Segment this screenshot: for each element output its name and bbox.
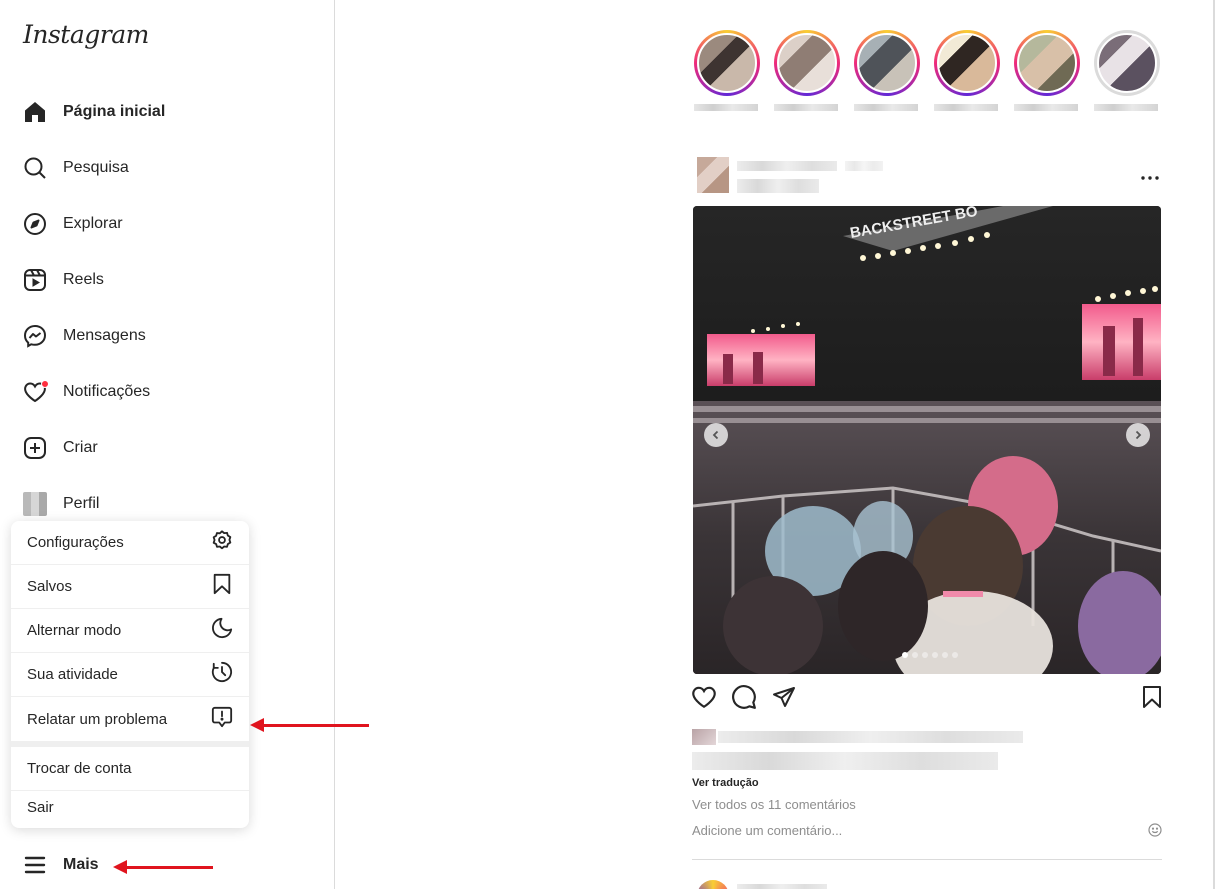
comment-button[interactable] (731, 684, 757, 715)
moon-icon (211, 617, 233, 644)
share-button[interactable] (771, 686, 797, 712)
nav-create[interactable]: Criar (12, 424, 312, 472)
story-item[interactable] (694, 30, 760, 111)
view-all-comments-link[interactable]: Ver todos os 11 comentários (692, 797, 856, 812)
reels-icon (23, 268, 47, 292)
nav-search[interactable]: Pesquisa (12, 144, 312, 192)
nav-more[interactable]: Mais (12, 841, 312, 889)
nav-explore[interactable]: Explorar (12, 200, 312, 248)
hamburger-icon (23, 853, 47, 877)
story-item[interactable] (854, 30, 920, 111)
likes-count (718, 731, 1023, 743)
report-icon (211, 706, 233, 733)
post-author-name[interactable] (737, 161, 837, 171)
menu-your-activity[interactable]: Sua atividade (11, 653, 249, 697)
bookmark-icon (211, 573, 233, 600)
comment-icon (731, 684, 757, 715)
story-username (694, 104, 758, 111)
notification-dot (41, 380, 49, 388)
like-button[interactable] (691, 686, 717, 712)
messenger-icon (23, 324, 47, 348)
nav-create-label: Criar (63, 439, 98, 456)
post-caption (692, 752, 998, 770)
post-author-avatar[interactable] (697, 157, 729, 193)
more-menu: Configurações Salvos Alternar modo Sua a… (11, 521, 249, 828)
story-username (854, 104, 918, 111)
profile-avatar (23, 492, 47, 516)
heart-icon (23, 380, 49, 404)
nav-search-label: Pesquisa (63, 159, 129, 176)
compass-icon (23, 212, 47, 236)
menu-report-problem-label: Relatar um problema (27, 710, 168, 728)
carousel-prev-button[interactable] (704, 423, 728, 447)
story-username (774, 104, 838, 111)
story-item[interactable] (1014, 30, 1080, 111)
story-item[interactable] (1094, 30, 1160, 111)
next-post-author[interactable] (737, 884, 827, 889)
story-username (934, 104, 998, 111)
menu-logout-label: Sair (27, 799, 54, 816)
more-options-icon[interactable] (1140, 165, 1160, 186)
see-translation-link[interactable]: Ver tradução (692, 777, 759, 789)
menu-switch-account-label: Trocar de conta (27, 760, 132, 777)
send-icon (772, 685, 796, 714)
story-username (1014, 104, 1078, 111)
post-photo[interactable]: BACKSTREET BO (693, 206, 1161, 674)
nav-profile-label: Perfil (63, 495, 100, 512)
bookmark-icon (1140, 685, 1164, 714)
annotation-arrow-report (250, 718, 369, 732)
nav-more-label: Mais (63, 856, 99, 873)
add-comment-input[interactable]: Adicione um comentário... (692, 823, 1162, 838)
menu-switch-account[interactable]: Trocar de conta (11, 747, 249, 791)
story-item[interactable] (774, 30, 840, 111)
post-location[interactable] (737, 179, 819, 193)
menu-your-activity-label: Sua atividade (27, 666, 118, 683)
nav-home[interactable]: Página inicial (12, 88, 312, 136)
post-divider (692, 859, 1162, 860)
search-icon (23, 156, 47, 180)
plus-square-icon (23, 436, 47, 460)
carousel-indicator (902, 652, 958, 658)
menu-saved[interactable]: Salvos (11, 565, 249, 609)
menu-settings-label: Configurações (27, 534, 124, 551)
menu-saved-label: Salvos (27, 578, 73, 595)
nav-reels-label: Reels (63, 271, 104, 288)
heart-icon (691, 684, 717, 715)
instagram-logo[interactable]: Instagram (23, 20, 149, 49)
carousel-next-button[interactable] (1126, 423, 1150, 447)
next-post-avatar[interactable] (697, 880, 729, 889)
annotation-arrow-more (113, 860, 213, 874)
nav-reels[interactable]: Reels (12, 256, 312, 304)
activity-icon (211, 661, 233, 688)
menu-logout[interactable]: Sair (11, 787, 249, 828)
nav-messages[interactable]: Mensagens (12, 312, 312, 360)
nav-notifications[interactable]: Notificações (12, 368, 312, 416)
story-username (1094, 104, 1158, 111)
menu-switch-appearance[interactable]: Alternar modo (11, 609, 249, 653)
home-icon (23, 100, 47, 124)
story-item[interactable] (934, 30, 1000, 111)
menu-settings[interactable]: Configurações (11, 521, 249, 565)
nav-home-label: Página inicial (63, 103, 166, 120)
menu-report-problem[interactable]: Relatar um problema (11, 697, 249, 741)
emoji-icon[interactable] (1148, 823, 1162, 837)
post-time (845, 161, 883, 171)
nav-messages-label: Mensagens (63, 327, 146, 344)
nav-notifications-label: Notificações (63, 383, 151, 400)
likes-avatar (692, 729, 716, 745)
nav-explore-label: Explorar (63, 215, 123, 232)
settings-icon (211, 529, 233, 556)
save-button[interactable] (1139, 685, 1165, 714)
menu-switch-appearance-label: Alternar modo (27, 622, 122, 639)
